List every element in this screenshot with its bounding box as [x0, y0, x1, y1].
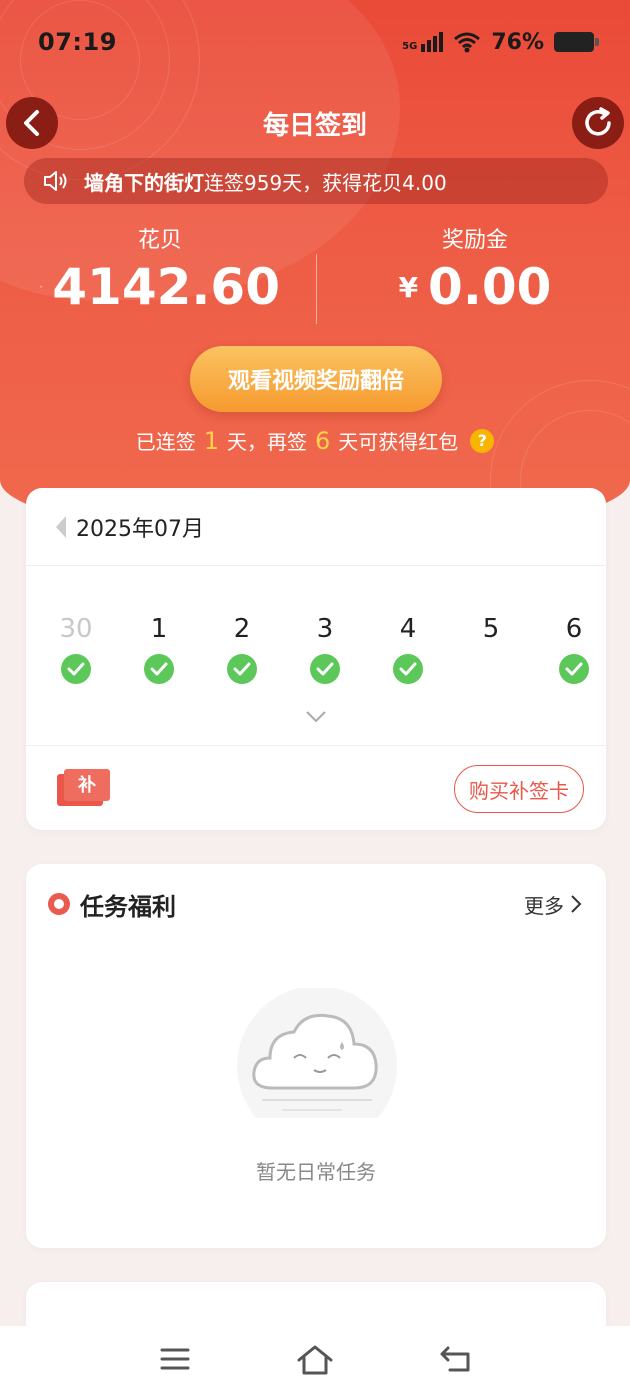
top-nav: 每日签到 — [6, 96, 624, 150]
day-number: 30 — [59, 614, 93, 644]
back-button[interactable] — [6, 97, 58, 149]
home-icon[interactable] — [296, 1344, 334, 1376]
coin-stack-icon — [40, 285, 43, 288]
calendar-header: 2025年07月 — [26, 488, 606, 566]
chevron-right-icon — [571, 895, 582, 913]
back-nav-icon[interactable] — [440, 1344, 472, 1374]
day-number: 6 — [565, 614, 583, 644]
announcement-text: 连签959天，获得花贝4.00 — [204, 170, 447, 195]
empty-cloud-illustration — [237, 988, 397, 1118]
makeup-card-text: 补 — [77, 774, 96, 796]
battery-icon — [554, 32, 599, 52]
streak-prefix: 已连签 — [135, 430, 196, 454]
more-label: 更多 — [524, 893, 564, 918]
calendar-day[interactable]: 4 — [378, 614, 438, 684]
system-nav-bar — [0, 1326, 630, 1400]
task-title-icon — [48, 893, 70, 915]
calendar-day[interactable]: 5 — [461, 614, 521, 650]
huabei-label: 花贝 — [137, 228, 182, 253]
balance-divider — [316, 254, 317, 324]
day-number: 2 — [233, 614, 251, 644]
calendar-month: 2025年07月 — [76, 516, 204, 542]
task-card: 任务福利 更多 暂无日常任务 — [26, 864, 606, 1248]
announcement-user: 墙角下的街灯 — [84, 170, 204, 195]
bonus-balance: 奖励金 ¥ 0.00 — [360, 222, 590, 316]
checked-icon — [144, 654, 174, 684]
bonus-value: 0.00 — [428, 258, 552, 316]
checked-icon — [559, 654, 589, 684]
status-bar: 07:19 5G 76% — [38, 22, 599, 62]
huabei-value: 4142.60 — [52, 258, 280, 316]
calendar-day[interactable]: 1 — [129, 614, 189, 684]
announcement-bar: 墙角下的街灯 连签959天，获得花贝4.00 — [24, 158, 608, 204]
bonus-label: 奖励金 — [441, 228, 508, 253]
buy-makeup-card-button[interactable]: 购买补签卡 — [454, 765, 584, 813]
streak-mid: 天，再签 — [227, 430, 307, 454]
streak-info: 已连签 1 天，再签 6 天可获得红包 ? — [0, 426, 630, 455]
streak-days: 1 — [203, 426, 219, 455]
day-number: 3 — [316, 614, 334, 644]
checked-icon — [393, 654, 423, 684]
streak-suffix: 天可获得红包 — [338, 430, 459, 454]
calendar-day[interactable]: 2 — [212, 614, 272, 684]
more-link[interactable]: 更多 — [524, 890, 582, 919]
checked-icon — [227, 654, 257, 684]
prev-month-icon[interactable] — [56, 515, 66, 538]
signal-label: 5G — [402, 41, 418, 52]
chevron-left-icon — [24, 110, 39, 136]
page-title: 每日签到 — [262, 110, 367, 141]
day-number: 5 — [482, 614, 500, 644]
day-number: 1 — [150, 614, 168, 644]
task-title: 任务福利 — [80, 892, 176, 921]
streak-remaining: 6 — [315, 426, 331, 455]
makeup-card-icon: 补 — [57, 769, 110, 806]
signal-icon: 5G — [402, 32, 444, 52]
currency-symbol: ¥ — [398, 270, 419, 304]
status-time: 07:19 — [38, 28, 117, 56]
battery-percent: 76% — [491, 29, 544, 55]
calendar-days: 30 1 2 3 4 5 6 — [26, 566, 606, 746]
calendar-card: 2025年07月 30 1 2 3 4 5 6 补 购买补签卡 — [26, 488, 606, 830]
calendar-day[interactable]: 3 — [295, 614, 355, 684]
balance-section: 花贝 4142.60 奖励金 ¥ 0.00 — [0, 222, 630, 332]
speaker-icon — [44, 171, 67, 191]
calendar-footer: 补 购买补签卡 — [26, 746, 606, 830]
watch-video-double-button[interactable]: 观看视频奖励翻倍 — [190, 346, 442, 412]
calendar-day[interactable]: 30 — [46, 614, 106, 684]
refresh-button[interactable] — [571, 97, 624, 149]
wifi-icon — [454, 32, 481, 53]
checked-icon — [310, 654, 340, 684]
menu-icon[interactable] — [160, 1344, 190, 1374]
chevron-down-icon[interactable] — [305, 710, 327, 724]
refresh-icon — [585, 107, 611, 136]
calendar-day[interactable]: 6 — [544, 614, 604, 684]
huabei-balance: 花贝 4142.60 — [40, 222, 280, 316]
empty-tasks-text: 暂无日常任务 — [256, 1160, 376, 1184]
help-icon[interactable]: ? — [470, 428, 495, 453]
checked-icon — [61, 654, 91, 684]
day-number: 4 — [399, 614, 417, 644]
